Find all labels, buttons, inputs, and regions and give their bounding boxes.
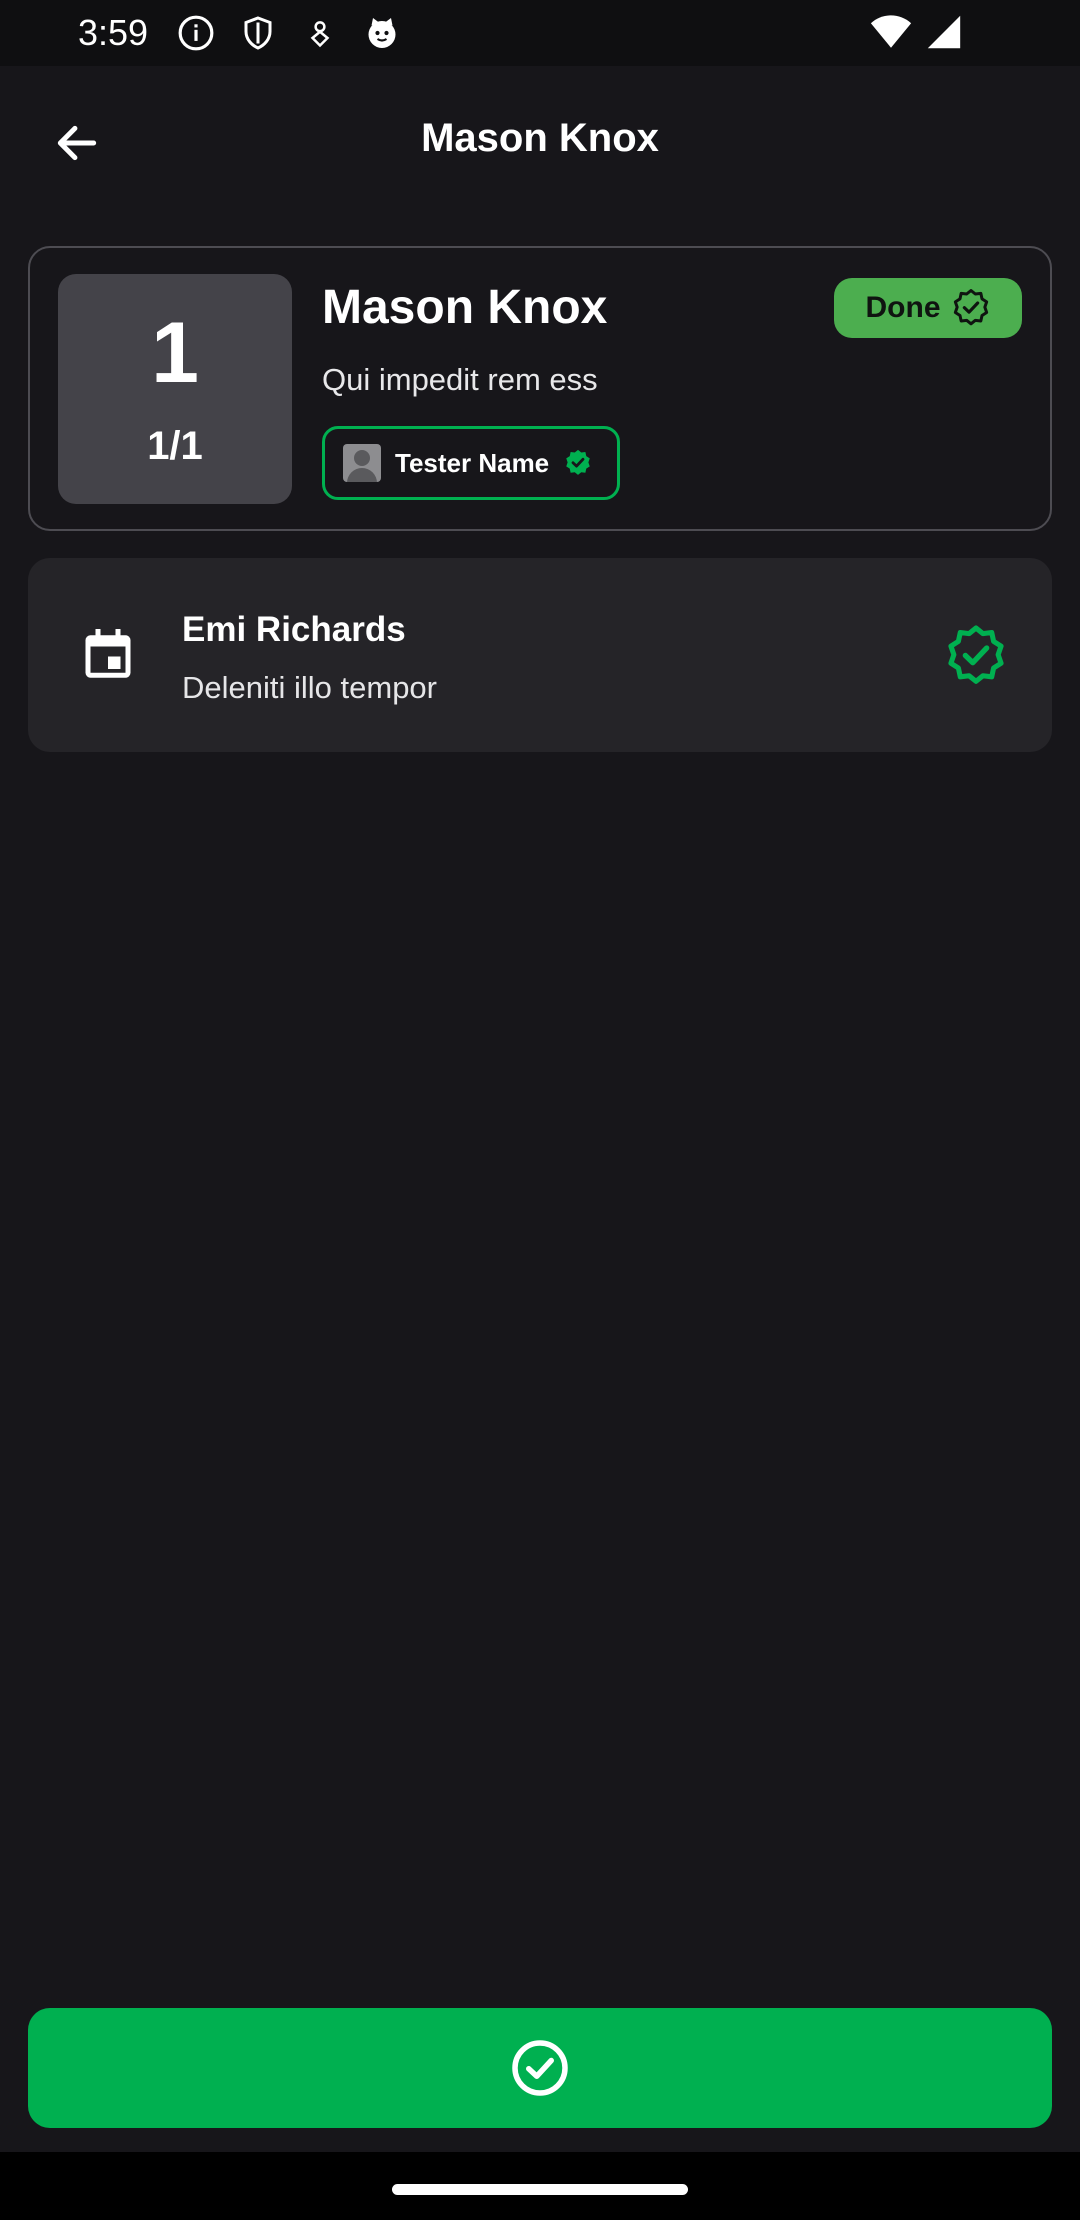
test-summary-card[interactable]: 1 1/1 Mason Knox Qui impedit rem ess Don… — [28, 246, 1052, 531]
shield-icon — [238, 13, 278, 53]
step-card[interactable]: Emi Richards Deleniti illo tempor — [28, 558, 1052, 752]
tester-name: Tester Name — [395, 447, 550, 478]
card-title: Mason Knox — [322, 281, 608, 334]
status-left-icons — [176, 13, 402, 53]
step-title: Emi Richards — [182, 610, 406, 649]
verified-badge-icon — [953, 289, 988, 326]
home-indicator[interactable] — [392, 2184, 688, 2195]
calendar-icon — [85, 629, 131, 678]
info-icon — [176, 13, 216, 53]
order-fraction: 1/1 — [147, 423, 203, 468]
app-root: 3:59 Mason Knox 1 1/1 Mason Knox Qui imp… — [0, 0, 1080, 2220]
order-box: 1 1/1 — [58, 274, 292, 504]
verified-check-icon — [566, 449, 590, 475]
card-subtitle: Qui impedit rem ess — [322, 362, 598, 397]
confirm-button[interactable] — [28, 2008, 1052, 2128]
status-badge-label: Done — [865, 291, 941, 324]
status-right-icons — [870, 14, 962, 55]
status-time: 3:59 — [78, 12, 149, 53]
wifi-icon — [870, 14, 912, 55]
tester-chip[interactable]: Tester Name — [322, 426, 620, 500]
status-bar: 3:59 — [0, 0, 1080, 66]
check-circle-icon — [512, 2040, 568, 2096]
order-number: 1 — [151, 304, 199, 401]
status-badge: Done — [834, 278, 1022, 338]
verified-badge-icon — [948, 625, 1004, 684]
cell-signal-icon — [926, 14, 962, 55]
navigation-bar — [0, 2152, 1080, 2220]
step-subtitle: Deleniti illo tempor — [182, 670, 437, 705]
avatar — [343, 444, 381, 482]
location-pin-icon — [300, 13, 340, 53]
page-title: Mason Knox — [421, 116, 659, 160]
cat-face-icon — [362, 13, 402, 53]
app-bar: Mason Knox — [0, 66, 1080, 216]
